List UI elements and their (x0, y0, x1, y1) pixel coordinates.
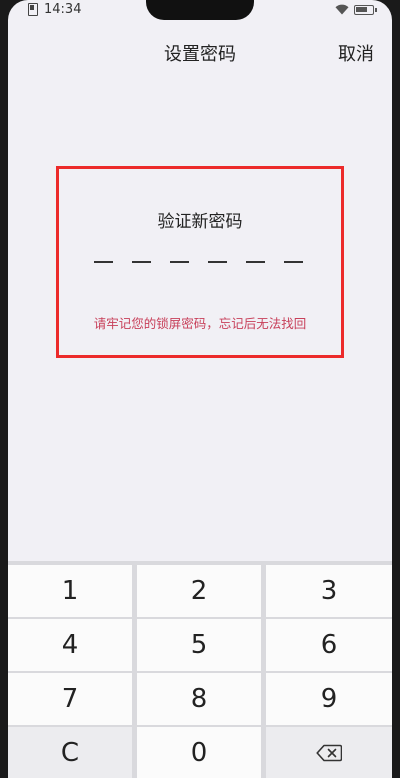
wifi-icon (335, 4, 349, 15)
backspace-icon (316, 744, 342, 762)
status-time: 14:34 (44, 2, 82, 17)
pin-slot (246, 261, 265, 263)
key-5[interactable]: 5 (137, 619, 261, 671)
key-9[interactable]: 9 (266, 673, 392, 725)
pin-slot (208, 261, 227, 263)
key-7[interactable]: 7 (8, 673, 132, 725)
key-6[interactable]: 6 (266, 619, 392, 671)
battery-icon (354, 4, 377, 15)
camera-notch (146, 0, 254, 20)
status-right (335, 4, 377, 15)
cancel-button[interactable]: 取消 (338, 40, 374, 66)
pin-slot (170, 261, 189, 263)
phone-frame: 14:34 设置密码 取消 验证新密码 请牢记您的锁屏密码，忘记后无法找回 1 … (0, 0, 400, 778)
pin-slot (284, 261, 303, 263)
pin-slots[interactable] (94, 261, 303, 263)
key-3[interactable]: 3 (266, 565, 392, 617)
sim-card-icon (28, 3, 38, 16)
pin-warning: 请牢记您的锁屏密码，忘记后无法找回 (93, 316, 307, 331)
pin-entry-panel: 验证新密码 请牢记您的锁屏密码，忘记后无法找回 (56, 166, 344, 358)
pin-slot (132, 261, 151, 263)
nav-bar: 设置密码 取消 (8, 30, 392, 74)
screen: 14:34 设置密码 取消 验证新密码 请牢记您的锁屏密码，忘记后无法找回 1 … (8, 0, 392, 778)
backspace-key[interactable] (266, 727, 392, 778)
page-title: 设置密码 (164, 44, 236, 65)
key-4[interactable]: 4 (8, 619, 132, 671)
key-2[interactable]: 2 (137, 565, 261, 617)
pin-heading: 验证新密码 (157, 212, 243, 232)
status-left: 14:34 (28, 2, 81, 17)
pin-slot (94, 261, 113, 263)
battery-fill (356, 6, 368, 12)
clear-key[interactable]: C (8, 727, 132, 778)
key-1[interactable]: 1 (8, 565, 132, 617)
numeric-keypad: 1 2 3 4 5 6 7 8 9 C 0 (8, 561, 392, 778)
key-8[interactable]: 8 (137, 673, 261, 725)
key-0[interactable]: 0 (137, 727, 261, 778)
